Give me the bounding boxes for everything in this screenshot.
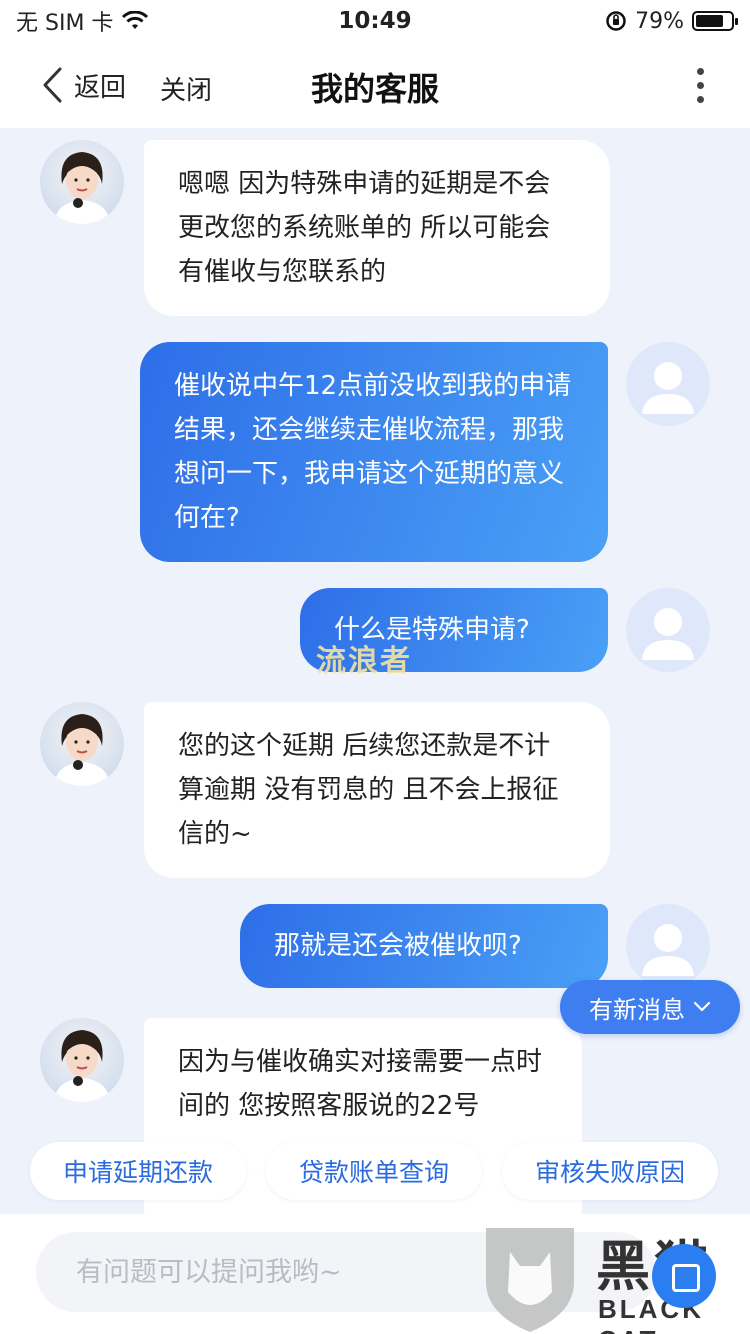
back-label: 返回 — [74, 72, 127, 103]
quick-reply-chip[interactable]: 审核失败原因 — [502, 1142, 718, 1200]
chevron-left-icon — [43, 67, 62, 103]
close-button[interactable]: 关闭 — [160, 70, 212, 107]
user-default-icon — [642, 924, 694, 976]
wifi-icon — [122, 11, 149, 29]
user-message-bubble: 什么是特殊申请? — [300, 588, 608, 672]
new-message-label: 有新消息 — [589, 995, 685, 1024]
agent-avatar-image — [54, 714, 110, 786]
user-avatar — [626, 342, 710, 426]
input-bar — [0, 1214, 750, 1334]
battery-fill — [696, 15, 723, 27]
carrier-label: 无 SIM 卡 — [16, 11, 114, 36]
message-text: 嗯嗯 因为特殊申请的延期是不会更改您的系统账单的 所以可能会有催收与您联系的 — [178, 169, 551, 287]
more-options-button[interactable] — [697, 68, 704, 103]
quick-reply-chip[interactable]: 贷款账单查询 — [266, 1142, 482, 1200]
agent-message-bubble: 您的这个延期 后续您还款是不计算逾期 没有罚息的 且不会上报征信的~ — [144, 702, 610, 878]
nav-bar: 返回 关闭 我的客服 — [0, 42, 750, 128]
send-button[interactable] — [652, 1244, 716, 1308]
agent-avatar — [40, 1018, 124, 1102]
agent-avatar — [40, 140, 124, 224]
agent-message-bubble: 嗯嗯 因为特殊申请的延期是不会更改您的系统账单的 所以可能会有催收与您联系的 — [144, 140, 610, 316]
battery-percent: 79% — [635, 8, 684, 34]
agent-avatar-image — [54, 152, 110, 224]
chat-area[interactable]: 嗯嗯 因为特殊申请的延期是不会更改您的系统账单的 所以可能会有催收与您联系的 催… — [0, 128, 750, 1214]
agent-avatar-image — [54, 1030, 110, 1102]
more-icon-dot — [697, 96, 704, 103]
quick-reply-bar: 申请延期还款 贷款账单查询 审核失败原因 — [0, 1128, 750, 1214]
message-text: 那就是还会被催收呗? — [274, 931, 522, 961]
status-bar: 无 SIM 卡 10:49 79% — [0, 0, 750, 42]
message-text: 您的这个延期 后续您还款是不计算逾期 没有罚息的 且不会上报征信的~ — [178, 731, 559, 849]
user-avatar — [626, 588, 710, 672]
orientation-lock-icon — [606, 11, 626, 31]
more-icon-dot — [697, 82, 704, 89]
back-button[interactable]: 返回 — [40, 66, 126, 104]
message-input[interactable] — [36, 1232, 656, 1312]
message-text: 因为与催收确实对接需要一点时间的 您按照客服说的22号 — [178, 1047, 543, 1121]
user-default-icon — [642, 362, 694, 414]
more-icon-dot — [697, 68, 704, 75]
quick-reply-chip[interactable]: 申请延期还款 — [30, 1142, 246, 1200]
message-text: 催收说中午12点前没收到我的申请结果，还会继续走催收流程，那我想问一下，我申请这… — [174, 371, 572, 533]
user-message-bubble: 那就是还会被催收呗? — [240, 904, 608, 988]
chevron-down-icon — [693, 1001, 711, 1012]
user-avatar — [626, 904, 710, 988]
new-message-button[interactable]: 有新消息 — [560, 980, 740, 1034]
message-text: 什么是特殊申请? — [334, 615, 530, 645]
user-default-icon — [642, 608, 694, 660]
agent-avatar — [40, 702, 124, 786]
battery-icon — [692, 11, 738, 31]
user-message-bubble: 催收说中午12点前没收到我的申请结果，还会继续走催收流程，那我想问一下，我申请这… — [140, 342, 608, 562]
